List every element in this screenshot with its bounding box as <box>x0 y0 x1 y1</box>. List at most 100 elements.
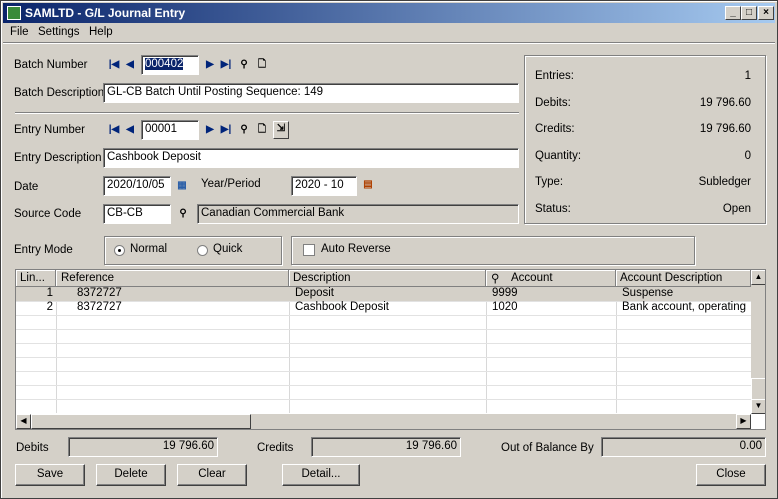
menu-bar: File Settings Help <box>3 24 775 42</box>
vertical-scrollbar[interactable]: ▲ ▼ <box>751 270 765 414</box>
entry-mode-label: Entry Mode <box>14 244 73 256</box>
debits-value: 19 796.60 <box>699 97 751 109</box>
year-period-label: Year/Period <box>201 178 261 190</box>
grid-rule <box>16 315 751 316</box>
column-header-account[interactable]: ⚲ Account <box>486 270 616 287</box>
grid-rule <box>16 329 751 330</box>
batch-number-value: 000402 <box>145 58 184 70</box>
date-label: Date <box>14 181 39 193</box>
batch-description-field[interactable]: GL-CB Batch Until Posting Sequence: 149 <box>103 83 519 103</box>
entry-stats-panel: Entries: 1 Debits: 19 796.60 Credits: 19… <box>524 55 766 224</box>
normal-mode-radio[interactable] <box>114 245 125 256</box>
entries-value: 1 <box>744 70 751 82</box>
calendar-icon[interactable]: ▦ <box>175 179 189 193</box>
account-finder-icon[interactable]: ⚲ <box>491 271 499 285</box>
entry-mode-group: Normal Quick <box>104 236 282 265</box>
batch-description-label: Batch Description <box>14 87 105 99</box>
total-credits-label: Credits <box>257 442 294 454</box>
delete-button[interactable]: Delete <box>96 464 166 486</box>
entry-description-label: Entry Description <box>14 152 102 164</box>
out-of-balance-label: Out of Balance By <box>501 442 594 454</box>
journal-entry-window: SAMLTD - G/L Journal Entry _ □ × File Se… <box>0 0 778 499</box>
account-description-cell: Suspense <box>622 287 674 299</box>
grid-rule <box>16 399 751 400</box>
next-entry-icon[interactable]: ▶ <box>203 123 217 137</box>
detail-button[interactable]: Detail... <box>282 464 360 486</box>
title-bar: SAMLTD - G/L Journal Entry _ □ × <box>3 3 775 23</box>
column-header-reference[interactable]: Reference <box>56 270 289 287</box>
status-label: Status: <box>535 203 571 215</box>
entry-number-field[interactable]: 00001 <box>141 120 199 140</box>
description-cell: Cashbook Deposit <box>295 301 389 313</box>
grid-rule <box>16 385 751 386</box>
batch-number-field[interactable]: 000402 <box>141 55 199 75</box>
close-button[interactable]: Close <box>696 464 766 486</box>
description-cell: Deposit <box>295 287 334 299</box>
grid-rule <box>16 343 751 344</box>
vertical-scroll-thumb[interactable] <box>751 378 765 400</box>
source-code-finder-icon[interactable]: ⚲ <box>176 207 190 221</box>
minimize-icon[interactable]: _ <box>725 6 741 20</box>
app-icon <box>7 6 21 20</box>
table-row[interactable]: 1 8372727 Deposit 9999 Suspense <box>16 287 751 301</box>
total-credits-field: 19 796.60 <box>311 437 461 457</box>
status-value: Open <box>722 203 751 215</box>
entry-number-label: Entry Number <box>14 124 85 136</box>
credits-label: Credits: <box>535 123 575 135</box>
maximize-icon[interactable]: □ <box>741 6 757 20</box>
account-description-cell: Bank account, operating <box>622 301 747 313</box>
horizontal-scroll-thumb[interactable] <box>31 414 251 429</box>
total-debits-label: Debits <box>16 442 49 454</box>
out-of-balance-field: 0.00 <box>601 437 766 457</box>
first-entry-icon[interactable]: |◀ <box>107 123 121 137</box>
total-debits-field: 19 796.60 <box>68 437 218 457</box>
entries-label: Entries: <box>535 70 574 82</box>
type-value: Subledger <box>698 176 751 188</box>
grid-rule <box>16 357 751 358</box>
entry-finder-icon[interactable]: ⚲ <box>237 123 251 137</box>
menu-help[interactable]: Help <box>89 26 113 38</box>
scroll-left-icon[interactable]: ◀ <box>16 414 31 429</box>
reference-cell: 8372727 <box>77 301 122 313</box>
column-header-account-description[interactable]: Account Description <box>616 270 751 287</box>
zoom-icon[interactable]: ⇲ <box>273 121 289 139</box>
horizontal-scrollbar[interactable]: ◀ ▶ <box>16 414 751 429</box>
menu-file[interactable]: File <box>10 26 29 38</box>
column-header-account-label: Account <box>511 272 553 284</box>
column-header-description[interactable]: Description <box>289 270 486 287</box>
account-cell: 1020 <box>492 301 518 313</box>
auto-reverse-label: Auto Reverse <box>321 243 391 255</box>
journal-detail-grid[interactable]: Lin... Reference Description ⚲ Account A… <box>15 269 766 430</box>
first-batch-icon[interactable]: |◀ <box>107 58 121 72</box>
fiscal-calendar-icon[interactable]: ▤ <box>361 178 375 192</box>
column-header-line[interactable]: Lin... <box>16 270 56 287</box>
previous-entry-icon[interactable]: ◀ <box>123 123 137 137</box>
auto-reverse-group: Auto Reverse <box>291 236 695 265</box>
auto-reverse-checkbox[interactable] <box>303 244 315 256</box>
new-entry-icon[interactable]: 🗋 <box>255 123 269 137</box>
last-entry-icon[interactable]: ▶| <box>219 123 233 137</box>
credits-value: 19 796.60 <box>699 123 751 135</box>
menu-settings[interactable]: Settings <box>38 26 80 38</box>
save-button[interactable]: Save <box>15 464 85 486</box>
last-batch-icon[interactable]: ▶| <box>219 58 233 72</box>
new-batch-icon[interactable]: 🗋 <box>255 58 269 72</box>
scroll-down-icon[interactable]: ▼ <box>751 399 765 414</box>
date-field[interactable]: 2020/10/05 <box>103 176 171 196</box>
normal-mode-label: Normal <box>130 243 168 255</box>
close-icon[interactable]: × <box>758 6 774 20</box>
scroll-up-icon[interactable]: ▲ <box>751 270 765 285</box>
quick-mode-radio[interactable] <box>197 245 208 256</box>
batch-finder-icon[interactable]: ⚲ <box>237 58 251 72</box>
source-code-field[interactable]: CB-CB <box>103 204 171 224</box>
reference-cell: 8372727 <box>77 287 122 299</box>
section-divider <box>15 112 519 114</box>
table-row[interactable]: 2 8372727 Cashbook Deposit 1020 Bank acc… <box>16 301 751 315</box>
clear-button[interactable]: Clear <box>177 464 247 486</box>
next-batch-icon[interactable]: ▶ <box>203 58 217 72</box>
previous-batch-icon[interactable]: ◀ <box>123 58 137 72</box>
year-period-field[interactable]: 2020 - 10 <box>291 176 357 196</box>
entry-description-field[interactable]: Cashbook Deposit <box>103 148 519 168</box>
source-code-label: Source Code <box>14 208 82 220</box>
scroll-right-icon[interactable]: ▶ <box>736 414 751 429</box>
